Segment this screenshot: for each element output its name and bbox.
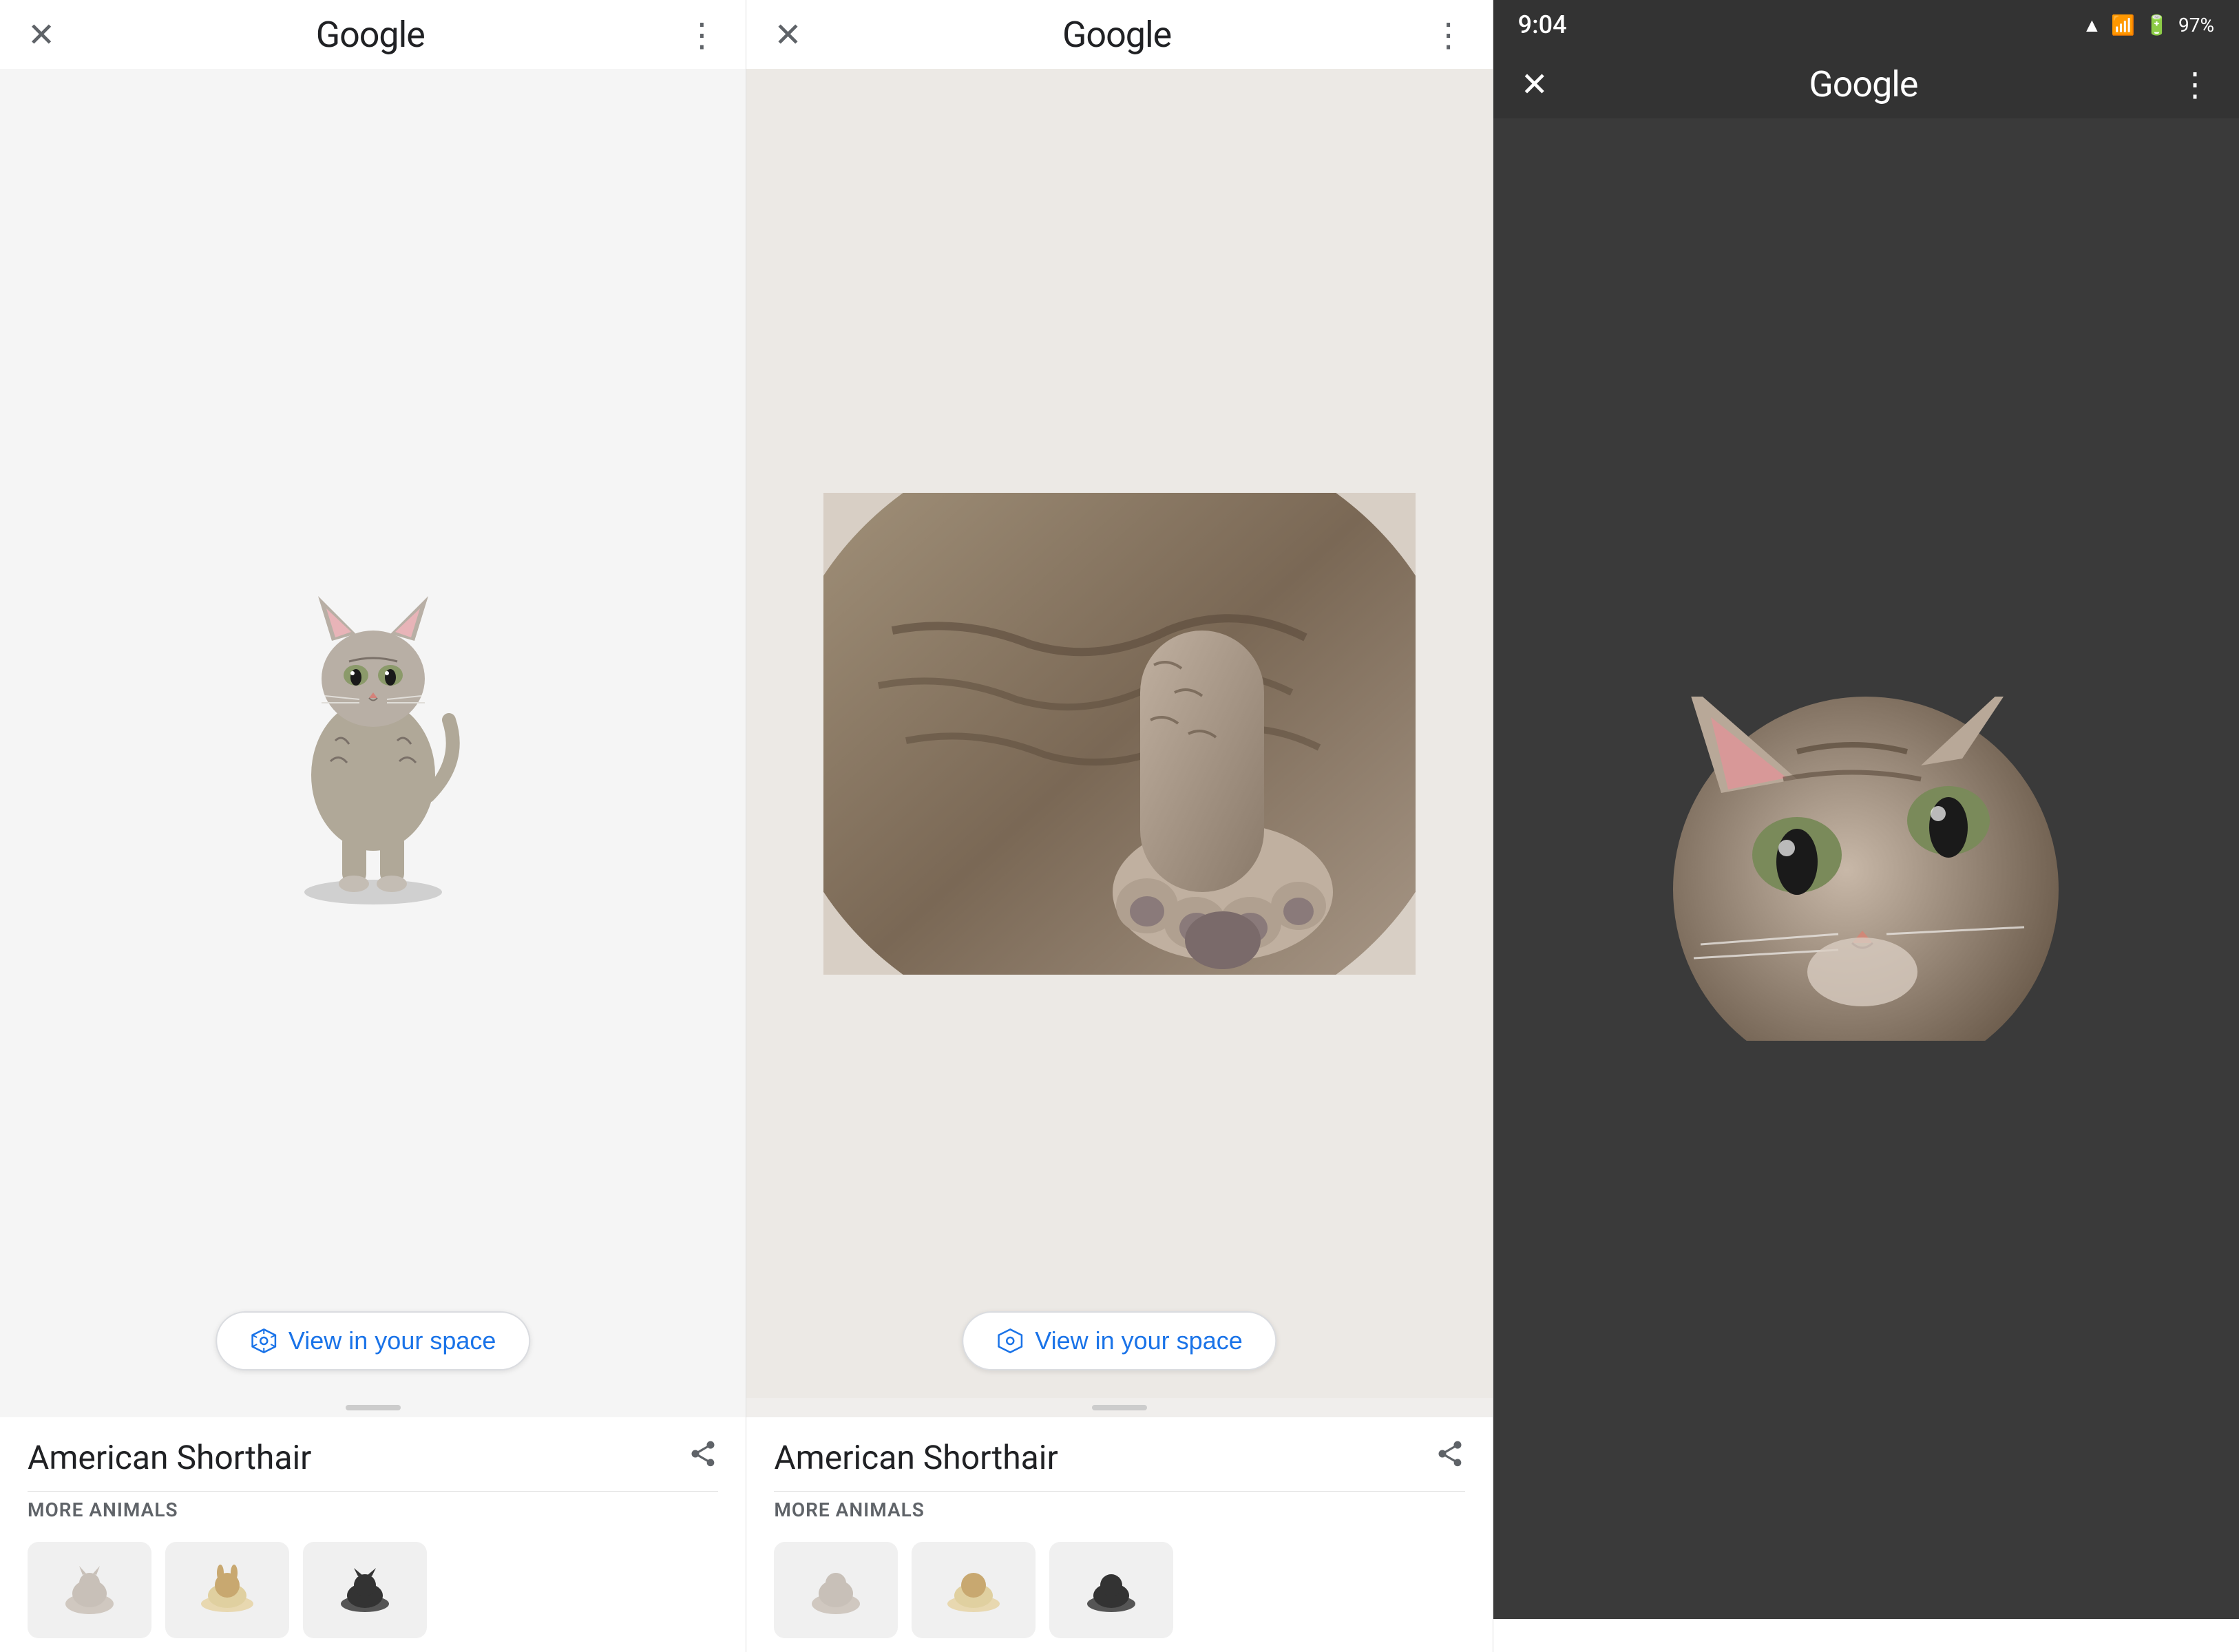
menu-icon-1[interactable]: ⋮	[685, 15, 718, 54]
more-animals-label-1: MORE ANIMALS	[28, 1491, 718, 1528]
status-icons: ▲ 📶 🔋 97%	[2083, 14, 2214, 36]
status-bar: 9:04 ▲ 📶 🔋 97%	[1493, 0, 2239, 50]
animal-thumbs-2	[774, 1528, 1464, 1652]
animal-name-row-2: American Shorthair	[774, 1438, 1464, 1491]
ar-icon-2	[996, 1327, 1024, 1355]
battery-icon: 🔋	[2145, 14, 2169, 36]
wifi-icon: ▲	[2083, 14, 2102, 36]
google-title-3: Google	[1809, 63, 1917, 105]
panel-2: ✕ Google ⋮	[746, 0, 1493, 1652]
animal-thumb-2[interactable]	[165, 1542, 289, 1638]
cat-head-bg	[1493, 118, 2239, 1619]
cat-head-zoomed	[1659, 697, 2072, 1041]
close-icon-2[interactable]: ✕	[774, 15, 801, 54]
scroll-indicator-2	[1092, 1405, 1147, 1410]
app-bar-3: ✕ Google ⋮	[1493, 50, 2239, 118]
app-bar-1: ✕ Google ⋮	[0, 0, 746, 69]
bottom-section-1: American Shorthair MORE ANIMALS	[0, 1417, 746, 1652]
google-title-2: Google	[1062, 14, 1171, 56]
view-space-label-2: View in your space	[1035, 1326, 1243, 1355]
view-space-label-1: View in your space	[288, 1326, 496, 1355]
ar-icon-1	[250, 1327, 277, 1355]
battery-percent: 97%	[2178, 14, 2214, 36]
share-button-1[interactable]	[688, 1439, 718, 1476]
animal-thumb-6[interactable]	[1049, 1542, 1173, 1638]
view-space-button-1[interactable]: View in your space	[216, 1311, 531, 1370]
animal-thumbs-1	[28, 1528, 718, 1652]
cat-zoomed-model	[823, 493, 1416, 975]
animal-thumb-4[interactable]	[774, 1542, 898, 1638]
animal-name-1: American Shorthair	[28, 1438, 311, 1477]
close-icon-3[interactable]: ✕	[1521, 65, 1548, 104]
panel-3: 9:04 ▲ 📶 🔋 97% ✕ Google ⋮	[1493, 0, 2239, 1652]
view-space-button-2[interactable]: View in your space	[962, 1311, 1277, 1370]
viewer-1: View in your space	[0, 69, 746, 1398]
bottom-section-2: American Shorthair MORE ANIMALS	[746, 1417, 1492, 1652]
animal-name-row-1: American Shorthair	[28, 1438, 718, 1491]
panel-1: ✕ Google ⋮	[0, 0, 746, 1652]
animal-name-2: American Shorthair	[774, 1438, 1058, 1477]
menu-icon-3[interactable]: ⋮	[2178, 65, 2211, 104]
scroll-indicator-1	[346, 1405, 401, 1410]
close-icon-1[interactable]: ✕	[28, 15, 55, 54]
share-button-2[interactable]	[1435, 1439, 1465, 1476]
google-title-1: Google	[316, 14, 425, 56]
animal-thumb-3[interactable]	[303, 1542, 427, 1638]
animal-thumb-1[interactable]	[28, 1542, 151, 1638]
menu-icon-2[interactable]: ⋮	[1432, 15, 1465, 54]
cat-3d-model-1	[229, 555, 518, 913]
more-animals-label-2: MORE ANIMALS	[774, 1491, 1464, 1528]
status-time: 9:04	[1518, 10, 1567, 39]
viewer-2: View in your space	[746, 69, 1492, 1398]
animal-thumb-5[interactable]	[912, 1542, 1036, 1638]
signal-icon: 📶	[2111, 14, 2135, 36]
app-bar-2: ✕ Google ⋮	[746, 0, 1492, 69]
